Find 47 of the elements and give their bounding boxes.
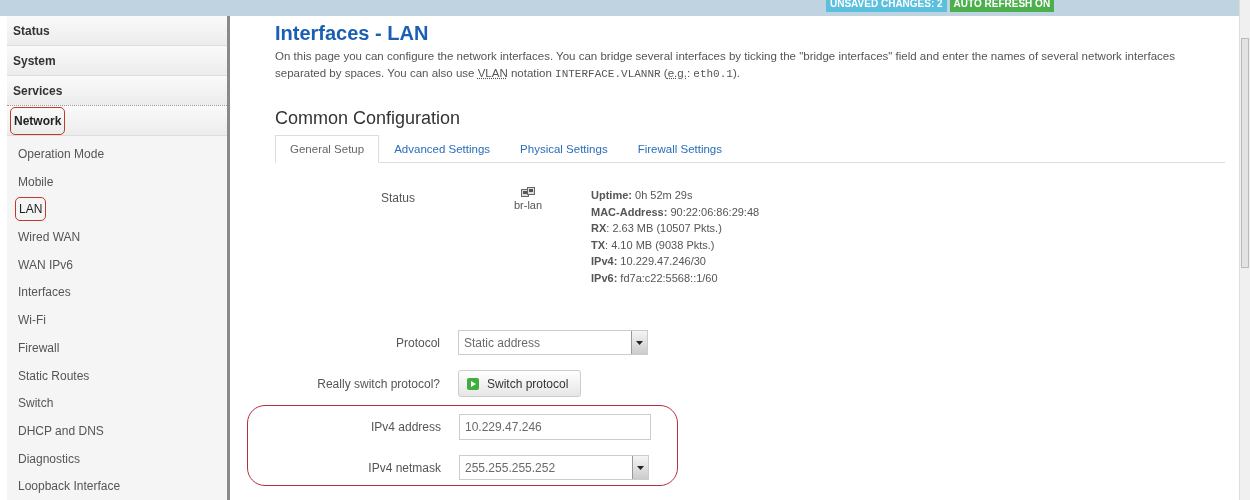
- field-label: Really switch protocol?: [316, 376, 440, 391]
- tab[interactable]: Firewall Settings: [622, 135, 738, 163]
- nav-section[interactable]: Network: [10, 106, 66, 135]
- tab[interactable]: Advanced Settings: [379, 135, 506, 163]
- status-badge: UNSAVED CHANGES: 2: [826, 0, 947, 12]
- status-badge: AUTO REFRESH ON: [949, 0, 1055, 12]
- page-title: Interfaces - LAN: [275, 21, 430, 46]
- nav-item[interactable]: Diagnostics: [15, 447, 84, 470]
- status-line: TX: 4.10 MB (9038 Pkts.): [591, 237, 716, 253]
- nav-item[interactable]: Switch: [15, 392, 57, 415]
- nav-item[interactable]: Static Routes: [15, 364, 93, 387]
- nav-item[interactable]: Operation Mode: [15, 143, 108, 166]
- network-ports-icon: [521, 187, 535, 199]
- nav-item[interactable]: Mobile: [15, 170, 57, 193]
- status-line: IPv4: 10.229.47.246/30: [591, 254, 707, 269]
- caret-icon: [637, 465, 644, 470]
- status-line: MAC-Address: 90:22:06:86:29:48: [591, 204, 760, 220]
- field-label: IPv4 address: [369, 420, 441, 434]
- nav-item[interactable]: DHCP and DNS: [15, 419, 107, 442]
- nav-item[interactable]: Interfaces: [15, 281, 74, 304]
- nav-item[interactable]: Firewall: [15, 336, 63, 359]
- select-field[interactable]: Static address: [458, 330, 648, 355]
- description-text: On this page you can configure the network interfaces. You can bridge several interfaces by ticking the "bridge interfaces" field and enter the names of several network interfaces separated by spaces. You can also use VLAN notation INTERFACE.VLANNR (e.g.: eth0.1).: [275, 49, 1176, 82]
- status-line: IPv6: fd7a:c22:5568::1/60: [591, 270, 719, 286]
- tab[interactable]: Physical Settings: [505, 135, 623, 163]
- scrollbar[interactable]: [1239, 0, 1250, 500]
- tab[interactable]: General Setup: [275, 135, 380, 163]
- nav-item[interactable]: Wired WAN: [15, 226, 84, 249]
- nav-item[interactable]: Loopback Interface: [15, 475, 124, 498]
- nav-section[interactable]: Status: [10, 17, 53, 44]
- nav-item[interactable]: Wi-Fi: [15, 309, 49, 332]
- nav-item[interactable]: LAN: [15, 197, 47, 222]
- select-field[interactable]: 255.255.255.252: [459, 455, 649, 480]
- input-field[interactable]: 10.229.47.246: [459, 414, 651, 440]
- status-line: RX: 2.63 MB (10507 Pkts.): [591, 221, 723, 236]
- caret-icon: [636, 340, 643, 345]
- interface-name: br-lan: [513, 199, 543, 211]
- status-line: Uptime: 0h 52m 29s: [591, 188, 694, 203]
- field-label: Protocol: [394, 335, 440, 350]
- nav-section[interactable]: System: [10, 47, 59, 74]
- switch-button[interactable]: Switch protocol: [458, 370, 582, 397]
- play-icon: [467, 377, 479, 390]
- nav-item[interactable]: WAN IPv6: [15, 253, 76, 276]
- field-label: Status: [379, 191, 415, 205]
- scroll-thumb[interactable]: [1241, 38, 1249, 268]
- section-title: Common Configuration: [275, 107, 462, 129]
- field-label: IPv4 netmask: [367, 460, 441, 475]
